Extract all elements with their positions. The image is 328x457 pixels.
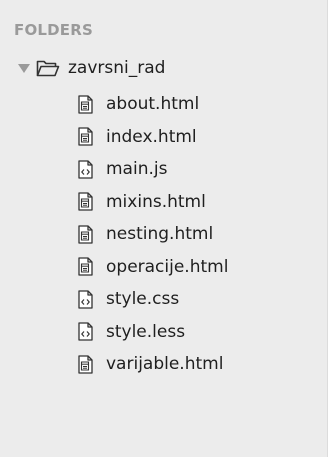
folder-open-icon bbox=[36, 58, 60, 78]
file-name: style.less bbox=[106, 321, 186, 342]
file-code-icon bbox=[78, 159, 94, 179]
file-name: style.css bbox=[106, 289, 180, 310]
file-name: varijable.html bbox=[106, 354, 224, 375]
file-name: mixins.html bbox=[106, 191, 206, 212]
file-code-icon bbox=[78, 289, 94, 309]
file-row[interactable]: index.html bbox=[78, 121, 228, 154]
file-name: index.html bbox=[106, 126, 197, 147]
file-html-icon bbox=[78, 192, 94, 212]
file-row[interactable]: main.js bbox=[78, 153, 228, 186]
file-row[interactable]: mixins.html bbox=[78, 186, 228, 219]
file-html-icon bbox=[78, 127, 94, 147]
file-code-icon bbox=[78, 322, 94, 342]
sidebar-panel: FOLDERS zavrsni_rad about.html index.htm… bbox=[0, 0, 328, 457]
folder-row-zavrsni-rad[interactable]: zavrsni_rad bbox=[14, 54, 165, 82]
file-html-icon bbox=[78, 354, 94, 374]
file-name: nesting.html bbox=[106, 224, 214, 245]
file-row[interactable]: style.css bbox=[78, 283, 228, 316]
file-row[interactable]: style.less bbox=[78, 316, 228, 349]
file-row[interactable]: about.html bbox=[78, 88, 228, 121]
file-row[interactable]: operacije.html bbox=[78, 251, 228, 284]
file-name: about.html bbox=[106, 94, 200, 115]
disclosure-triangle-icon[interactable] bbox=[14, 58, 34, 78]
file-name: main.js bbox=[106, 159, 168, 180]
file-list: about.html index.html main.js mixins.htm… bbox=[78, 88, 228, 381]
file-row[interactable]: varijable.html bbox=[78, 348, 228, 381]
file-row[interactable]: nesting.html bbox=[78, 218, 228, 251]
file-html-icon bbox=[78, 224, 94, 244]
file-html-icon bbox=[78, 257, 94, 277]
file-html-icon bbox=[78, 94, 94, 114]
file-name: operacije.html bbox=[106, 256, 229, 277]
folder-name: zavrsni_rad bbox=[68, 58, 166, 78]
folders-section-header: FOLDERS bbox=[14, 21, 94, 39]
